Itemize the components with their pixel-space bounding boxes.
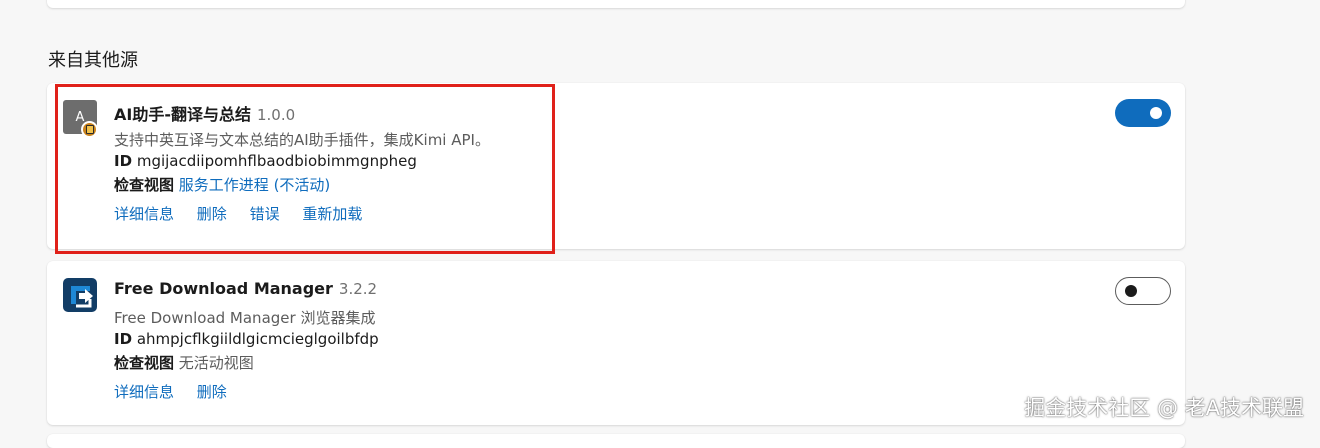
inspect-views-row: 检查视图 无活动视图: [114, 352, 254, 373]
extension-id: ahmpjcflkgiildlgicmcieglgoilbfdp: [136, 330, 379, 348]
id-label: ID: [114, 330, 133, 348]
remove-link[interactable]: 删除: [197, 383, 227, 401]
extension-description: Free Download Manager 浏览器集成: [114, 309, 376, 327]
free-download-manager-icon: [63, 278, 97, 312]
enable-toggle[interactable]: [1115, 277, 1171, 305]
inspect-views-label: 检查视图: [114, 354, 175, 372]
details-link[interactable]: 详细信息: [114, 383, 174, 401]
extension-actions: 详细信息 删除: [114, 381, 245, 402]
inspect-views-value: 无活动视图: [178, 354, 254, 372]
toggle-knob: [1150, 107, 1162, 119]
extension-title: Free Download Manager 3.2.2: [114, 279, 377, 298]
extension-card-next: [47, 434, 1185, 448]
enable-toggle[interactable]: [1115, 99, 1171, 127]
extension-card-free-download-manager: Free Download Manager 3.2.2 Free Download…: [47, 261, 1185, 425]
section-title: 来自其他源: [48, 50, 138, 71]
toggle-knob: [1125, 285, 1137, 297]
extension-id-row: ID ahmpjcflkgiildlgicmcieglgoilbfdp: [114, 330, 379, 348]
extension-name: Free Download Manager: [114, 279, 333, 298]
watermark: 掘金技术社区 @ 老A技术联盟: [1024, 396, 1304, 420]
highlight-box: [55, 84, 555, 254]
extension-card-previous: [47, 0, 1185, 8]
extension-version: 3.2.2: [338, 280, 378, 298]
